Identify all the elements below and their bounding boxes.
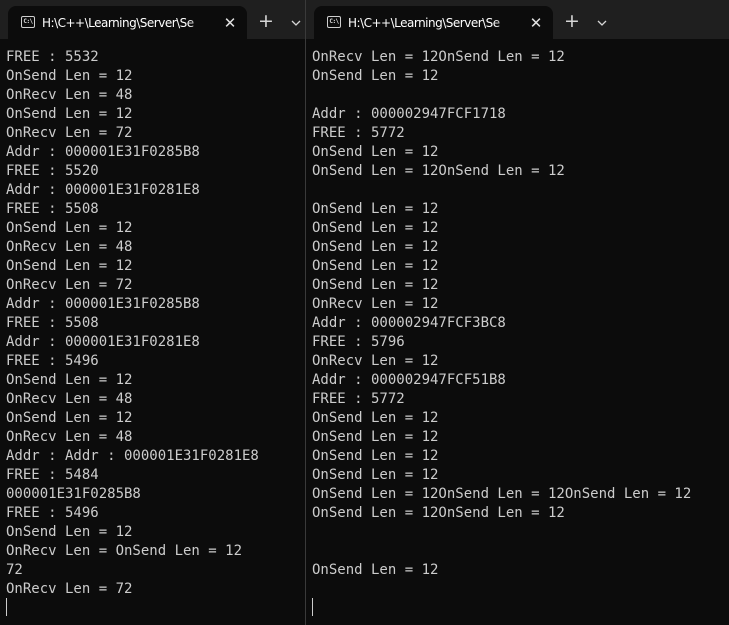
- output-line: OnSend Len = 12: [6, 68, 133, 84]
- output-line: OnRecv Len = 72: [6, 277, 133, 293]
- output-line: OnSend Len = 12: [6, 410, 133, 426]
- chevron-down-icon[interactable]: [592, 13, 612, 33]
- output-line: OnSend Len = 12: [312, 410, 439, 426]
- tab-title: H:\C++\Learning\Server\Se: [348, 16, 500, 30]
- terminal-output: OnRecv Len = 12OnSend Len = 12 OnSend Len…: [312, 48, 691, 580]
- output-line: OnSend Len = 12: [312, 220, 439, 236]
- output-line: FREE : 5772: [312, 391, 405, 407]
- output-line: OnSend Len = 12: [312, 448, 439, 464]
- output-line: OnSend Len = 12: [6, 258, 133, 274]
- output-line: OnSend Len = 12: [312, 467, 439, 483]
- output-line: FREE : 5508: [6, 315, 99, 331]
- output-line: OnSend Len = 12: [312, 258, 439, 274]
- terminal-window-left: C:\ H:\C++\Learning\Server\Se ✕ + FREE :…: [0, 0, 306, 625]
- output-line: Addr : 000002947FCF3BC8: [312, 315, 506, 331]
- output-line: OnRecv Len = 48: [6, 87, 133, 103]
- close-icon[interactable]: ✕: [527, 14, 545, 32]
- new-tab-button[interactable]: +: [561, 11, 583, 33]
- output-line: FREE : 5496: [6, 353, 99, 369]
- output-line: Addr : 000002947FCF51B8: [312, 372, 506, 388]
- output-line: OnRecv Len = 48: [6, 239, 133, 255]
- output-line: FREE : 5532: [6, 49, 99, 65]
- cmd-icon: C:\: [21, 16, 35, 28]
- tab-terminal[interactable]: C:\ H:\C++\Learning\Server\Se ✕: [314, 6, 553, 39]
- output-line: FREE : 5520: [6, 163, 99, 179]
- output-line: Addr : 000001E31F0281E8: [6, 334, 200, 350]
- output-line: FREE : 5496: [6, 505, 99, 521]
- cmd-icon: C:\: [327, 16, 341, 28]
- output-line: OnSend Len = 12: [312, 562, 439, 578]
- output-line: OnSend Len = 12: [312, 239, 439, 255]
- new-tab-button[interactable]: +: [255, 11, 277, 33]
- output-line: OnSend Len = 12: [312, 144, 439, 160]
- output-line: OnRecv Len = 12OnSend Len = 12: [312, 49, 565, 65]
- output-line: Addr : 000002947FCF1718: [312, 106, 506, 122]
- terminal-output: FREE : 5532 OnSend Len = 12 OnRecv Len = 4…: [6, 48, 259, 599]
- output-line: OnSend Len = 12: [312, 201, 439, 217]
- chevron-down-icon[interactable]: [286, 13, 306, 33]
- output-line: Addr : Addr : 000001E31F0281E8: [6, 448, 259, 464]
- output-line: OnSend Len = 12OnSend Len = 12: [312, 505, 565, 521]
- title-bar: C:\ H:\C++\Learning\Server\Se ✕ +: [0, 0, 306, 39]
- output-line: OnRecv Len = 48: [6, 429, 133, 445]
- title-bar: C:\ H:\C++\Learning\Server\Se ✕ +: [306, 0, 729, 39]
- tab-title: H:\C++\Learning\Server\Se: [42, 16, 194, 30]
- output-line: OnSend Len = 12: [312, 429, 439, 445]
- output-line: FREE : 5508: [6, 201, 99, 217]
- close-icon[interactable]: ✕: [221, 14, 239, 32]
- output-line: OnSend Len = 12: [312, 277, 439, 293]
- text-cursor: [6, 598, 7, 616]
- output-line: FREE : 5484: [6, 467, 99, 483]
- output-line: OnSend Len = 12: [6, 106, 133, 122]
- output-line: OnRecv Len = OnSend Len = 12: [6, 543, 243, 559]
- output-line: OnSend Len = 12: [6, 372, 133, 388]
- tab-terminal[interactable]: C:\ H:\C++\Learning\Server\Se ✕: [8, 6, 247, 39]
- output-line: OnSend Len = 12OnSend Len = 12OnSend Len…: [312, 486, 692, 502]
- output-line: FREE : 5796: [312, 334, 405, 350]
- output-line: Addr : 000001E31F0285B8: [6, 144, 200, 160]
- output-line: OnRecv Len = 48: [6, 391, 133, 407]
- output-line: OnSend Len = 12: [6, 220, 133, 236]
- output-line: FREE : 5772: [312, 125, 405, 141]
- output-line: OnSend Len = 12OnSend Len = 12: [312, 163, 565, 179]
- output-line: OnSend Len = 12: [312, 68, 439, 84]
- output-line: OnRecv Len = 72: [6, 581, 133, 597]
- output-line: Addr : 000001E31F0281E8: [6, 182, 200, 198]
- output-line: 72: [6, 562, 23, 578]
- output-line: OnRecv Len = 72: [6, 125, 133, 141]
- output-line: 000001E31F0285B8: [6, 486, 141, 502]
- terminal-window-right: C:\ H:\C++\Learning\Server\Se ✕ + OnRecv…: [306, 0, 729, 625]
- output-line: OnRecv Len = 12: [312, 353, 439, 369]
- output-line: OnSend Len = 12: [6, 524, 133, 540]
- output-line: OnRecv Len = 12: [312, 296, 439, 312]
- output-line: Addr : 000001E31F0285B8: [6, 296, 200, 312]
- text-cursor: [312, 598, 313, 616]
